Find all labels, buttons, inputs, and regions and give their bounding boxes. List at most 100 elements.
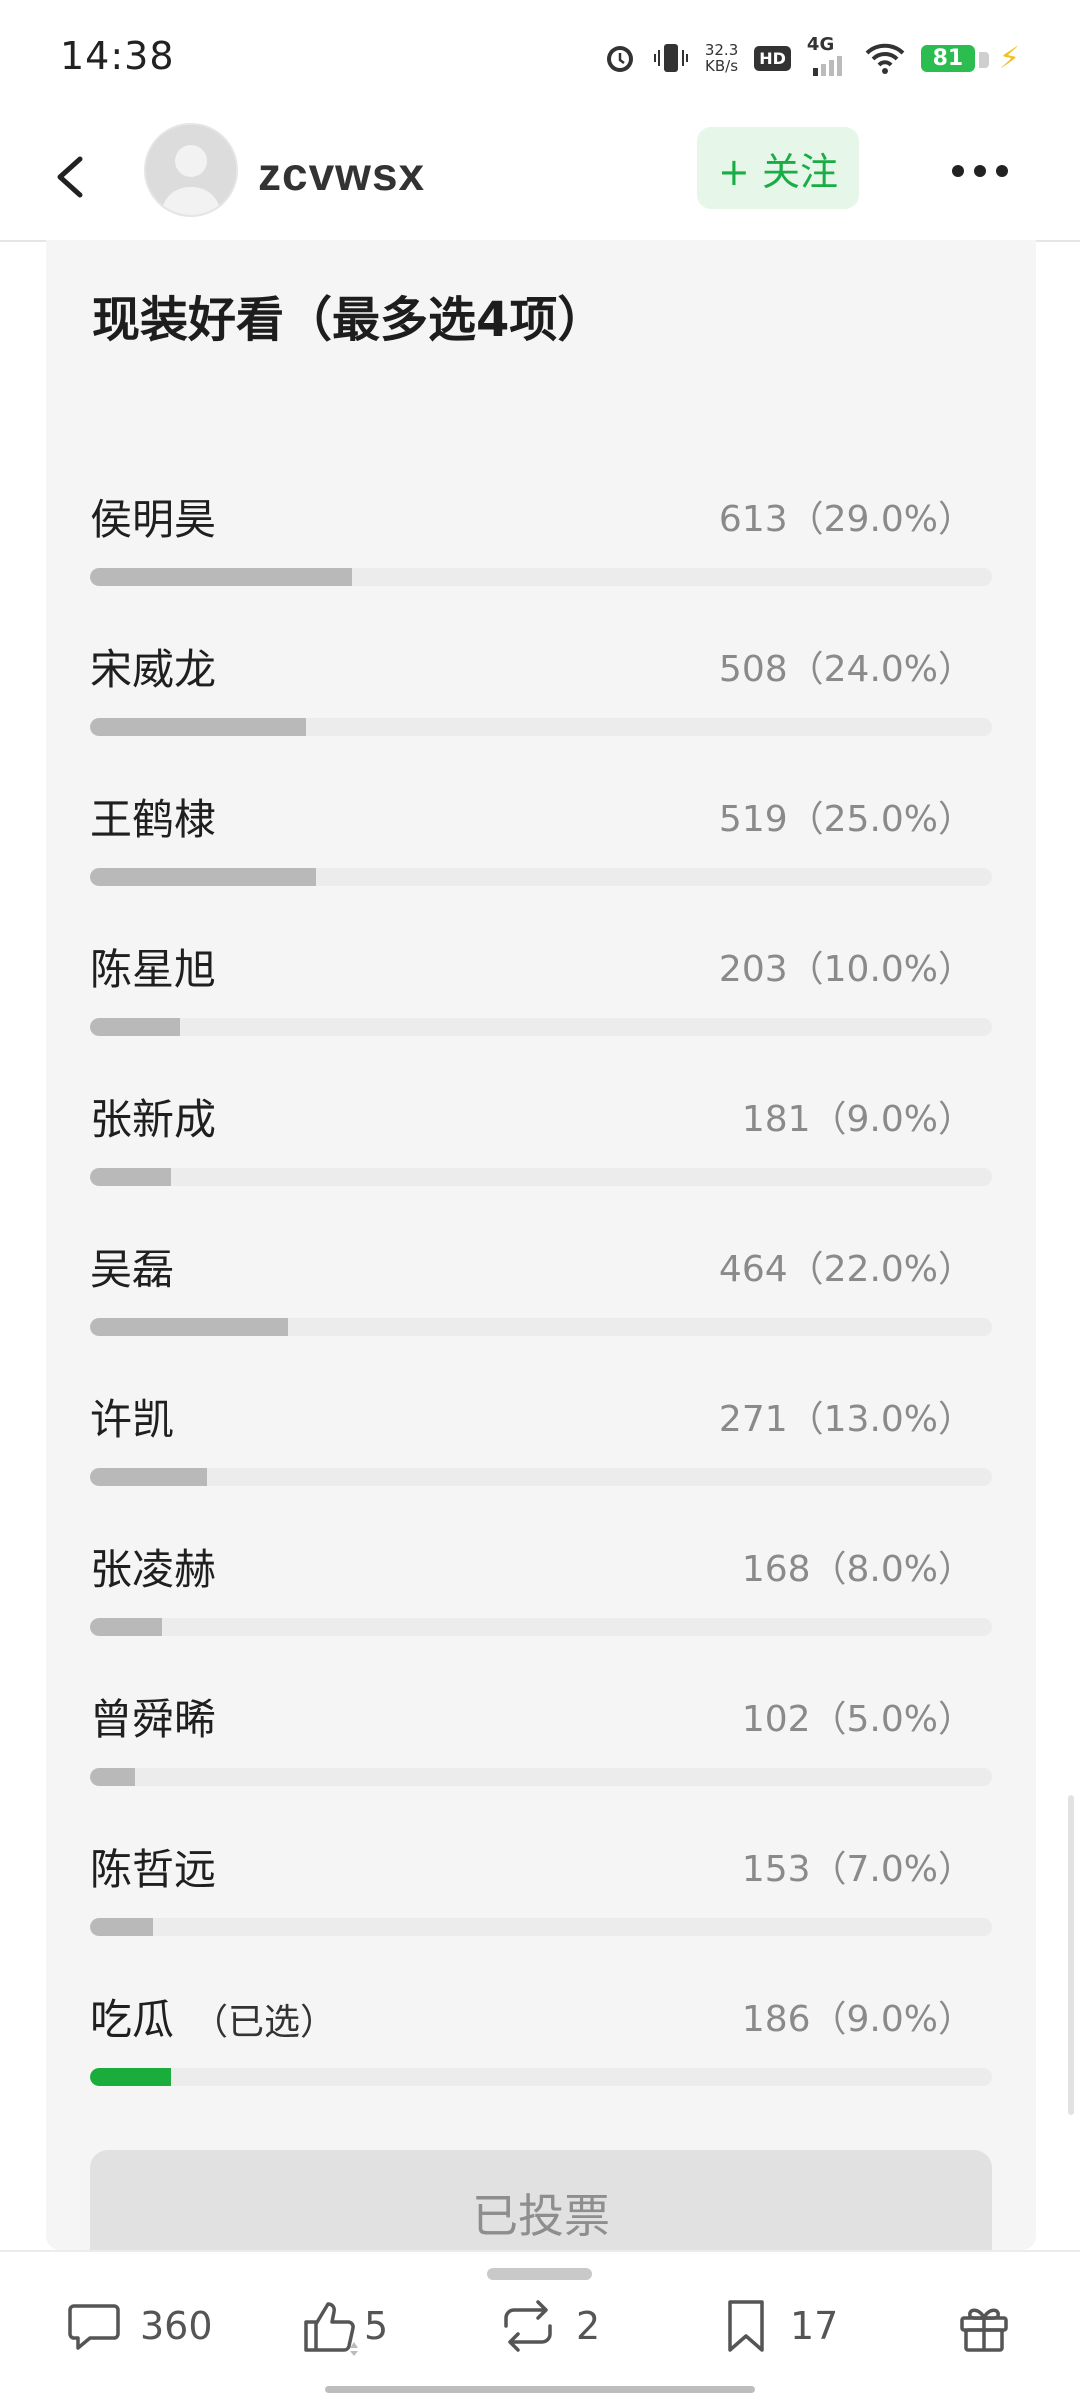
drag-handle[interactable] xyxy=(487,2268,592,2280)
poll-card: 现装好看（最多选4项） 侯明昊 613（29.0%） 宋威龙 508（24.0%… xyxy=(46,240,1036,2270)
option-label: 陈哲远 xyxy=(90,1845,217,1894)
poll-option[interactable]: 陈星旭 203（10.0%） xyxy=(90,936,992,1086)
bookmark-button[interactable]: 17 xyxy=(718,2296,838,2356)
option-progress-track xyxy=(90,868,992,886)
option-count: 153（7.0%） xyxy=(741,1849,974,1890)
poll-option[interactable]: 陈哲远 153（7.0%） xyxy=(90,1836,992,1986)
option-progress-fill xyxy=(90,1618,163,1636)
poll-option[interactable]: 吴磊 464（22.0%） xyxy=(90,1236,992,1386)
option-count: 102（5.0%） xyxy=(741,1699,974,1740)
option-label-text: 吃瓜 xyxy=(90,1995,175,2044)
like-button[interactable]: 5 xyxy=(300,2296,388,2356)
follow-button[interactable]: + 关注 xyxy=(697,127,859,209)
poll-option[interactable]: 侯明昊 613（29.0%） xyxy=(90,486,992,636)
more-dot-icon xyxy=(996,165,1008,177)
option-progress-fill xyxy=(90,718,307,736)
option-progress-track xyxy=(90,1318,992,1336)
cellular-signal-icon: 4G xyxy=(807,34,849,78)
bookmark-count: 17 xyxy=(790,2304,839,2348)
status-icons: 32.3 KB/s HD 4G 81 ⚡ xyxy=(603,34,1020,80)
back-arrow-icon xyxy=(57,156,83,198)
option-label: 张凌赫 xyxy=(90,1545,217,1594)
comment-count: 360 xyxy=(140,2304,213,2348)
status-time: 14:38 xyxy=(60,34,175,78)
poll-option[interactable]: 宋威龙 508（24.0%） xyxy=(90,636,992,786)
net-speed-value: 32.3 xyxy=(704,41,739,59)
option-label: 侯明昊 xyxy=(90,495,217,544)
back-button[interactable] xyxy=(36,137,116,217)
selected-tag: （已选） xyxy=(192,2002,337,2043)
comment-button[interactable]: 360 xyxy=(64,2296,213,2356)
battery-icon: 81 xyxy=(920,44,989,72)
option-progress-fill xyxy=(90,1168,172,1186)
scrollbar[interactable] xyxy=(1068,1795,1074,2115)
option-progress-track xyxy=(90,1468,992,1486)
net-speed: 32.3 KB/s xyxy=(705,42,738,74)
option-label: 吴磊 xyxy=(90,1245,175,1294)
repost-button[interactable]: 2 xyxy=(496,2296,600,2356)
thumbs-up-icon xyxy=(304,2302,358,2356)
option-count: 168（8.0%） xyxy=(741,1549,974,1590)
gift-button[interactable] xyxy=(954,2296,1014,2356)
home-indicator[interactable] xyxy=(325,2386,755,2393)
option-label: 曾舜晞 xyxy=(90,1695,217,1744)
net-speed-unit: KB/s xyxy=(705,57,739,75)
option-progress-track xyxy=(90,2068,992,2086)
poll-option[interactable]: 王鹤棣 519（25.0%） xyxy=(90,786,992,936)
option-count: 186（9.0%） xyxy=(741,1999,974,2040)
option-progress-track xyxy=(90,1918,992,1936)
comment-icon xyxy=(68,2304,120,2350)
poll-option[interactable]: 许凯 271（13.0%） xyxy=(90,1386,992,1536)
option-progress-track xyxy=(90,718,992,736)
option-progress-track xyxy=(90,1768,992,1786)
option-progress-track xyxy=(90,1618,992,1636)
option-progress-fill xyxy=(90,1318,289,1336)
option-progress-fill xyxy=(90,568,352,586)
alarm-icon xyxy=(603,41,637,75)
option-progress-track xyxy=(90,1168,992,1186)
option-progress-fill xyxy=(90,1468,208,1486)
option-count: 181（9.0%） xyxy=(741,1099,974,1140)
option-count: 508（24.0%） xyxy=(718,649,974,690)
more-dot-icon xyxy=(974,165,986,177)
option-label: 许凯 xyxy=(90,1395,175,1444)
hd-badge: HD xyxy=(754,45,791,71)
poll-option[interactable]: 曾舜晞 102（5.0%） xyxy=(90,1686,992,1836)
option-label: 宋威龙 xyxy=(90,645,217,694)
wifi-icon xyxy=(865,41,905,75)
vibrate-icon xyxy=(653,40,689,76)
option-progress-fill xyxy=(90,868,316,886)
option-count: 271（13.0%） xyxy=(718,1399,974,1440)
option-count: 464（22.0%） xyxy=(718,1249,974,1290)
gift-icon xyxy=(960,2308,1008,2352)
more-dot-icon xyxy=(952,165,964,177)
poll-option-selected[interactable]: 吃瓜 （已选） 186（9.0%） xyxy=(90,1986,992,2136)
repost-count: 2 xyxy=(576,2304,601,2348)
avatar[interactable] xyxy=(144,123,238,217)
repost-icon xyxy=(504,2300,552,2352)
poll-option[interactable]: 张凌赫 168（8.0%） xyxy=(90,1536,992,1686)
option-progress-track xyxy=(90,568,992,586)
charging-icon: ⚡ xyxy=(998,40,1020,76)
option-label: 王鹤棣 xyxy=(90,795,217,844)
username[interactable]: zcvwsx xyxy=(258,147,425,201)
option-count: 203（10.0%） xyxy=(718,949,974,990)
option-count: 519（25.0%） xyxy=(718,799,974,840)
option-progress-fill xyxy=(90,1768,136,1786)
default-avatar-icon xyxy=(146,125,236,215)
profile-header: zcvwsx + 关注 xyxy=(0,115,1080,242)
option-progress-track xyxy=(90,1018,992,1036)
bookmark-icon xyxy=(728,2300,764,2352)
like-count: 5 xyxy=(364,2304,389,2348)
status-bar: 14:38 32.3 KB/s HD 4G 81 ⚡ xyxy=(0,0,1080,115)
option-label: 陈星旭 xyxy=(90,945,217,994)
more-options-button[interactable] xyxy=(940,143,1020,199)
option-count: 613（29.0%） xyxy=(718,499,974,540)
option-label: 吃瓜 （已选） xyxy=(90,1986,336,2047)
option-progress-fill xyxy=(90,1918,154,1936)
poll-option[interactable]: 张新成 181（9.0%） xyxy=(90,1086,992,1236)
option-progress-fill xyxy=(90,2068,172,2086)
option-label: 张新成 xyxy=(90,1095,217,1144)
poll-title: 现装好看（最多选4项） xyxy=(92,292,606,348)
option-progress-fill xyxy=(90,1018,181,1036)
